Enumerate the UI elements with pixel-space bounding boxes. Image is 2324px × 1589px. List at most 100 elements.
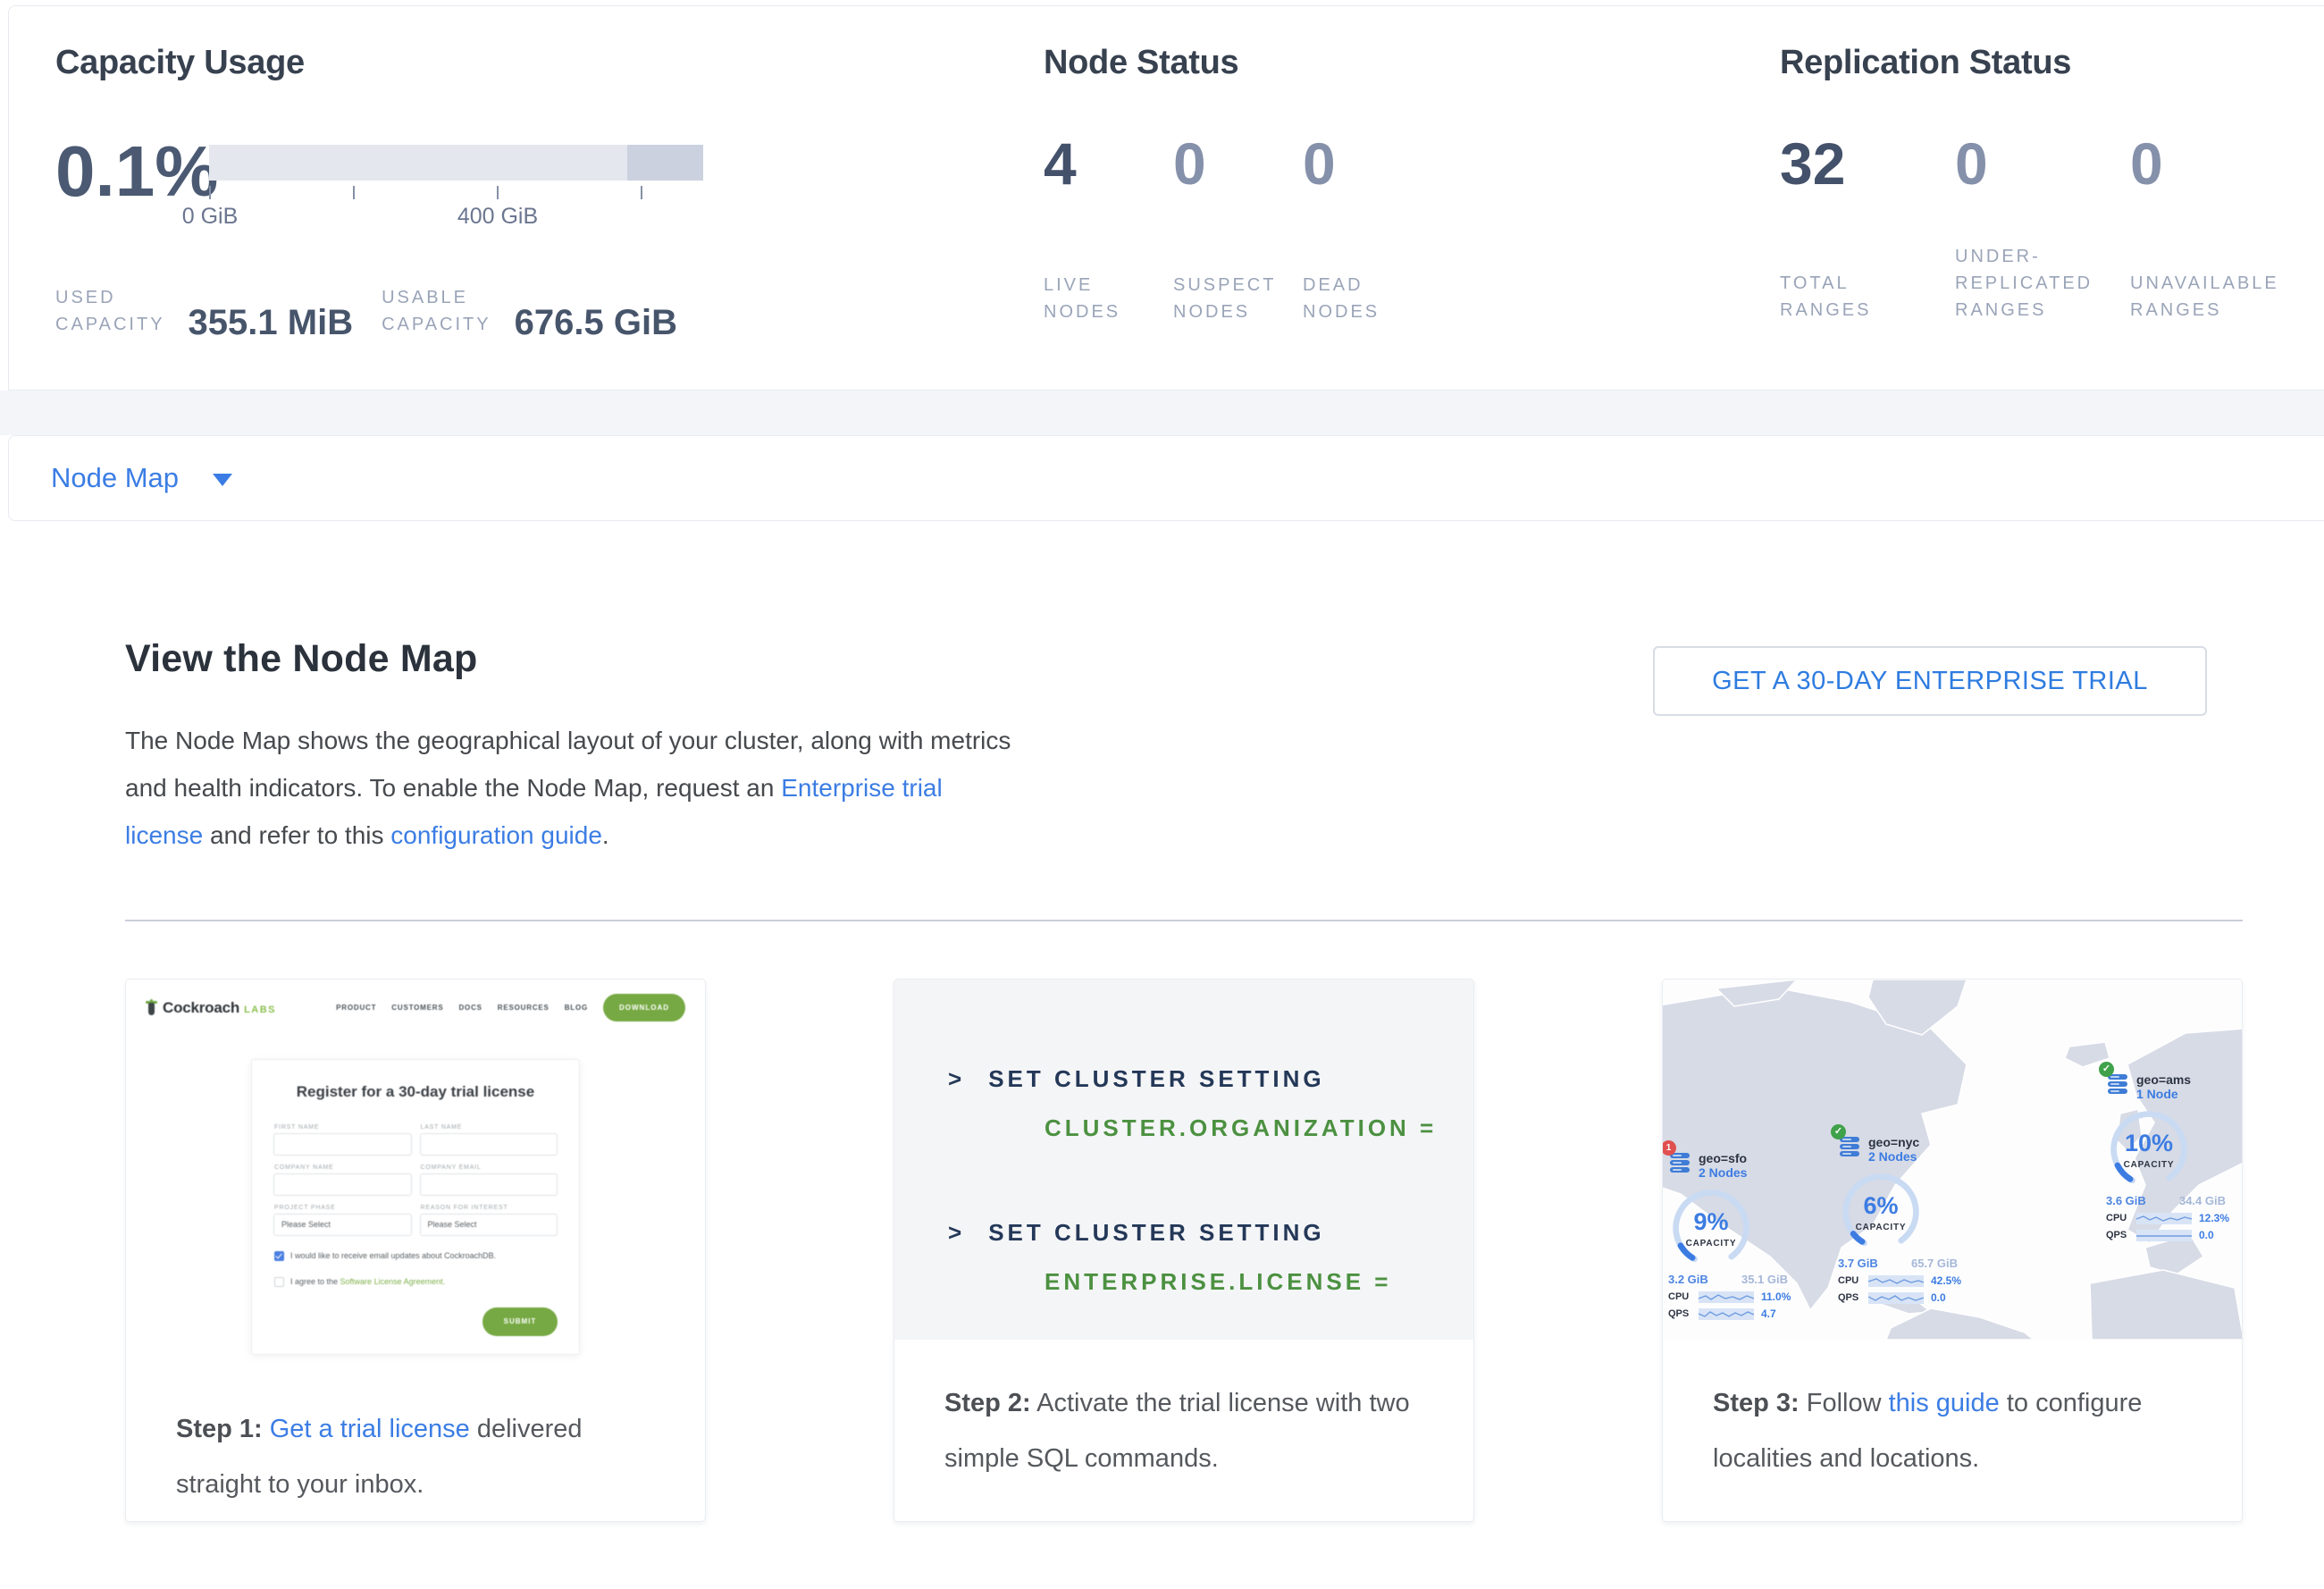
company-email-field: [420, 1173, 558, 1196]
nav-resources: RESOURCES: [498, 1004, 550, 1012]
download-button: DOWNLOAD: [603, 994, 685, 1022]
live-nodes-value: 4: [1044, 132, 1173, 195]
this-guide-link[interactable]: this guide: [1889, 1389, 2000, 1417]
step2-text: Step 2: Activate the trial license with …: [894, 1340, 1473, 1486]
capacity-gauge: 10% CAPACITY: [2106, 1106, 2192, 1192]
first-name-label: FIRST NAME: [274, 1124, 412, 1131]
capacity-gauge: 6% CAPACITY: [1838, 1169, 1924, 1255]
unavailable-ranges-value: 0: [2130, 132, 2305, 195]
qps-sparkline: [1868, 1292, 1924, 1304]
prompt-caret: >: [948, 1219, 965, 1247]
dead-nodes-value: 0: [1303, 132, 1432, 195]
cluster-organization-setting: CLUSTER.ORGANIZATION =: [1045, 1114, 1473, 1142]
reason-for-interest-select: Please Select: [420, 1214, 558, 1236]
qps-label: QPS: [1838, 1292, 1868, 1303]
capacity-label: CAPACITY: [1838, 1223, 1924, 1232]
used-capacity: 3.6 GiB: [2106, 1194, 2146, 1207]
last-name-label: LAST NAME: [421, 1124, 558, 1131]
locality-name: geo=ams: [2136, 1072, 2191, 1087]
total-capacity: 65.7 GiB: [1911, 1257, 1958, 1270]
cpu-sparkline: [1699, 1291, 1754, 1303]
step1-card: Cockroach LABS PRODUCT CUSTOMERS DOCS RE…: [125, 979, 706, 1522]
node-status-title: Node Status: [1044, 44, 1432, 82]
description-text: .: [602, 821, 609, 849]
last-name-field: [420, 1133, 558, 1156]
project-phase-select: Please Select: [273, 1214, 412, 1236]
locality-sfo: 1 geo=sfo 2 Nodes: [1668, 1151, 1820, 1320]
capacity-axis-ticks: [209, 186, 703, 200]
project-phase-label: PROJECT PHASE: [274, 1205, 412, 1211]
cockroach-bug-icon: [146, 999, 157, 1017]
nodemap-description: The Node Map shows the geographical layo…: [125, 717, 1019, 859]
step2-card: > SET CLUSTER SETTING CLUSTER.ORGANIZATI…: [894, 979, 1474, 1522]
cluster-summary-panel: Capacity Usage 0.1% 0 GiB 400 GiB: [8, 5, 2324, 391]
email-updates-text: I would like to receive email updates ab…: [290, 1250, 496, 1262]
suspect-nodes-value: 0: [1173, 132, 1303, 195]
registration-form: Register for a 30-day trial license FIRS…: [251, 1059, 580, 1355]
nav-customers: CUSTOMERS: [391, 1004, 443, 1012]
capacity-percent: 9%: [1668, 1208, 1754, 1236]
nav-blog: BLOG: [565, 1004, 588, 1012]
submit-button: SUBMIT: [482, 1307, 558, 1336]
view-selector-bar: Node Map: [8, 435, 2324, 521]
email-updates-checkbox: [274, 1251, 284, 1261]
under-replicated-ranges-value: 0: [1955, 132, 2130, 195]
locality-node-count: 1 Node: [2136, 1087, 2191, 1101]
under-replicated-ranges-label: UNDER-REPLICATEDRANGES: [1955, 243, 2130, 324]
qps-value: 0.0: [2199, 1229, 2214, 1241]
qps-label: QPS: [1668, 1308, 1699, 1319]
chevron-down-icon[interactable]: [213, 474, 232, 486]
capacity-label: CAPACITY: [2106, 1160, 2192, 1170]
license-agreement-text: I agree to the Software License Agreemen…: [290, 1276, 445, 1288]
usable-capacity-value: 676.5 GiB: [515, 306, 677, 340]
cpu-label: CPU: [1838, 1275, 1868, 1286]
configuration-guide-link[interactable]: configuration guide: [390, 821, 602, 849]
capacity-tick-400: 400 GiB: [457, 204, 538, 230]
nodemap-dropdown[interactable]: Node Map: [51, 462, 179, 494]
capacity-percent: 6%: [1838, 1192, 1924, 1220]
capacity-bar-reserved-segment: [627, 145, 703, 181]
get-enterprise-trial-button[interactable]: GET A 30-DAY ENTERPRISE TRIAL: [1653, 646, 2207, 716]
nodemap-preview: 1 geo=sfo 2 Nodes: [1663, 979, 2242, 1340]
get-trial-license-link[interactable]: Get a trial license: [270, 1415, 470, 1443]
prompt-caret: >: [948, 1065, 965, 1093]
cpu-label: CPU: [2106, 1213, 2136, 1223]
company-name-field: [273, 1173, 412, 1196]
locality-ams: ✓ geo=ams 1 Node: [2106, 1072, 2242, 1241]
dead-nodes-label: DEADNODES: [1303, 272, 1432, 325]
trial-registration-screenshot: Cockroach LABS PRODUCT CUSTOMERS DOCS RE…: [126, 979, 705, 1366]
unavailable-ranges-label: UNAVAILABLERANGES: [2130, 270, 2305, 324]
capacity-percent: 0.1%: [55, 136, 206, 207]
license-agreement-checkbox: [274, 1277, 284, 1287]
registration-form-title: Register for a 30-day trial license: [273, 1083, 558, 1101]
qps-sparkline: [1699, 1308, 1754, 1320]
section-spacer-band: [0, 391, 2324, 435]
live-nodes-label: LIVENODES: [1044, 272, 1173, 325]
qps-sparkline: [2136, 1230, 2192, 1241]
locality-node-count: 2 Nodes: [1699, 1165, 1747, 1180]
reason-for-interest-label: REASON FOR INTEREST: [421, 1205, 558, 1211]
first-name-field: [273, 1133, 412, 1156]
set-cluster-setting-2: SET CLUSTER SETTING: [988, 1219, 1324, 1247]
total-capacity: 34.4 GiB: [2179, 1194, 2226, 1207]
capacity-label: CAPACITY: [1668, 1239, 1754, 1248]
site-nav: PRODUCT CUSTOMERS DOCS RESOURCES BLOG DO…: [336, 994, 685, 1022]
capacity-bar: [209, 145, 703, 181]
usable-capacity-label: USABLE CAPACITY: [382, 284, 491, 338]
ok-badge: ✓: [1831, 1124, 1846, 1139]
step1-text: Step 1: Get a trial license delivered st…: [126, 1366, 705, 1512]
capacity-usage-title: Capacity Usage: [55, 44, 703, 82]
enterprise-license-setting: ENTERPRISE.LICENSE =: [1045, 1268, 1473, 1296]
total-capacity: 35.1 GiB: [1741, 1273, 1788, 1286]
step3-text: Step 3: Follow this guide to configure l…: [1663, 1340, 2242, 1486]
sql-commands-panel: > SET CLUSTER SETTING CLUSTER.ORGANIZATI…: [894, 979, 1473, 1340]
nodemap-content: View the Node Map The Node Map shows the…: [0, 521, 2324, 1522]
step3-card: 1 geo=sfo 2 Nodes: [1662, 979, 2243, 1522]
locality-name: geo=sfo: [1699, 1151, 1747, 1165]
suspect-nodes-label: SUSPECTNODES: [1173, 272, 1303, 325]
software-license-agreement-link: Software License Agreement.: [340, 1277, 446, 1286]
used-capacity-label: USED CAPACITY: [55, 284, 165, 338]
qps-label: QPS: [2106, 1230, 2136, 1240]
total-ranges-label: TOTALRANGES: [1780, 270, 1955, 324]
replication-status-title: Replication Status: [1780, 44, 2305, 82]
